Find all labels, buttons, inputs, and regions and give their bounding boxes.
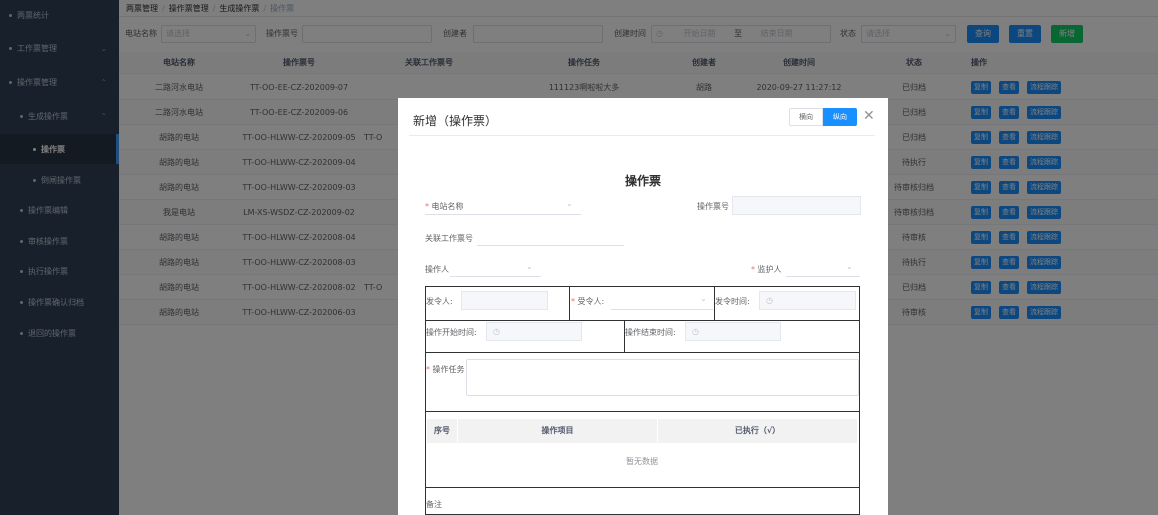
ticket-no-field[interactable] [732,196,861,215]
operator-label: 操作人 [425,265,449,274]
task-label: * 操作任务 [426,365,465,374]
column-header: 序号 [434,426,450,435]
station-select[interactable] [425,214,581,215]
clock-icon: ◷ [493,327,500,336]
grid-line [425,411,860,412]
chevron-down-icon: ⌄ [526,262,533,271]
start-time-picker[interactable]: ◷ [486,322,582,341]
task-textarea[interactable] [466,359,859,396]
operator-select[interactable] [450,276,541,277]
dialog-divider [409,135,875,136]
receiver-label: * 受令人: [571,297,605,306]
issue-time-picker[interactable]: ◷ [759,291,856,310]
clock-icon: ◷ [692,327,699,336]
chevron-down-icon: ⌄ [566,199,573,208]
grid-line [425,487,860,488]
ticket-no-field-label: 操作票号 [697,202,729,211]
issue-time-label: 发令时间: [715,297,750,306]
start-time-label: 操作开始时间: [426,328,477,337]
grid-line [569,286,570,320]
form-title: 操作票 [624,174,661,188]
guardian-select[interactable] [786,276,860,277]
vertical-toggle[interactable]: 纵向 [823,108,857,126]
issuer-field[interactable] [461,291,548,310]
horizontal-toggle[interactable]: 横向 [789,108,823,126]
guardian-label: * 监护人 [751,265,782,274]
related-work-label: 关联工作票号 [425,234,473,243]
column-header: 操作项目 [457,419,657,443]
items-table-header: 序号 操作项目 已执行（√） [427,419,857,443]
remark-label: 备注 [426,500,442,509]
related-work-input[interactable] [477,245,624,246]
grid-line [425,320,860,321]
chevron-down-icon: ⌄ [846,262,853,271]
column-header: 已执行（√） [657,419,857,443]
close-icon[interactable]: ✕ [863,109,875,123]
clock-icon: ◷ [766,296,773,305]
end-time-label: 操作结束时间: [625,328,676,337]
end-time-picker[interactable]: ◷ [685,322,781,341]
issuer-label: 发令人: [426,297,453,306]
empty-state: 暂无数据 [626,457,658,466]
grid-line [425,352,860,353]
chevron-down-icon: ⌄ [700,294,707,303]
station-field-label: * 电站名称 [425,202,464,211]
receiver-select[interactable] [611,309,713,310]
dialog-title: 新增（操作票） [413,114,498,128]
add-ticket-dialog: 新增（操作票） 横向 纵向 ✕ 操作票 * 电站名称 ⌄ 操作票号 关联工作票号… [398,98,888,515]
